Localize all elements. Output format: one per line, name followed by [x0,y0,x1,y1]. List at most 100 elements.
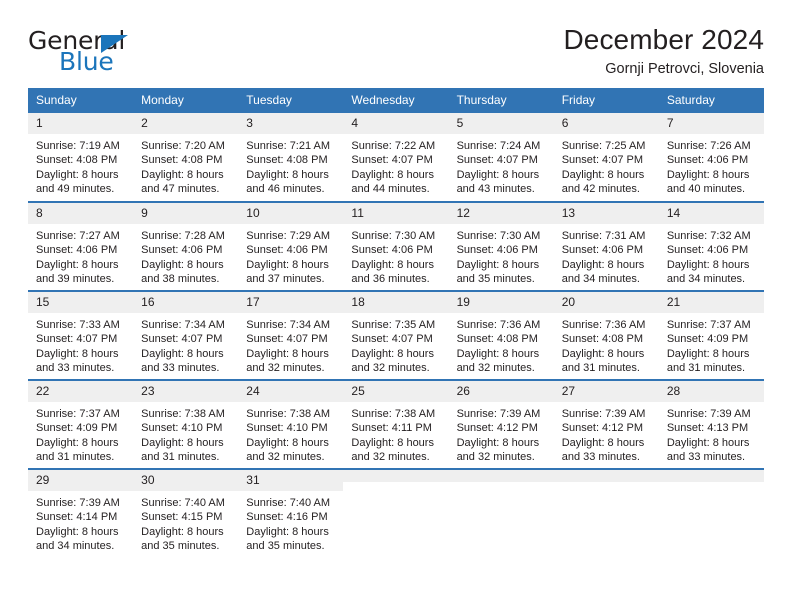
sunrise-text: Sunrise: 7:36 AM [456,319,541,332]
sunrise-text: Sunrise: 7:22 AM [351,140,436,153]
daylight-text-line2: and 49 minutes. [36,182,115,195]
day-number: 13 [553,203,659,225]
day-cell[interactable]: 16 Sunrise: 7:34 AM Sunset: 4:07 PM Dayl… [133,290,239,380]
sunrise-text: Sunrise: 7:33 AM [36,319,120,332]
day-cell[interactable]: 20 Sunrise: 7:36 AM Sunset: 4:08 PM Dayl… [553,290,659,380]
day-details: Sunrise: 7:20 AM Sunset: 4:08 PM Dayligh… [133,134,238,196]
day-cell[interactable]: 28 Sunrise: 7:39 AM Sunset: 4:13 PM Dayl… [658,379,764,469]
daylight-text-line2: and 35 minutes. [246,539,325,552]
logo-text-blue: Blue [59,47,114,76]
sunrise-text: Sunrise: 7:19 AM [36,140,120,153]
day-number: 28 [658,381,764,403]
sunrise-text: Sunrise: 7:30 AM [456,230,541,243]
daylight-text-line2: and 32 minutes. [456,450,535,463]
sunset-text: Sunset: 4:10 PM [246,422,328,435]
daylight-text-line1: Daylight: 8 hours [246,347,329,360]
day-number [658,470,764,482]
day-cell[interactable]: 31 Sunrise: 7:40 AM Sunset: 4:16 PM Dayl… [238,468,344,558]
day-cell[interactable]: 21 Sunrise: 7:37 AM Sunset: 4:09 PM Dayl… [658,290,764,380]
day-number: 10 [238,203,344,225]
sunrise-text: Sunrise: 7:32 AM [666,230,751,243]
day-details: Sunrise: 7:38 AM Sunset: 4:11 PM Dayligh… [343,402,448,464]
sunset-text: Sunset: 4:07 PM [141,333,223,346]
sunrise-text: Sunrise: 7:39 AM [36,497,120,510]
daylight-text-line1: Daylight: 8 hours [246,525,329,538]
day-details: Sunrise: 7:39 AM Sunset: 4:13 PM Dayligh… [659,402,764,464]
daylight-text-line2: and 37 minutes. [246,272,325,285]
day-details: Sunrise: 7:22 AM Sunset: 4:07 PM Dayligh… [343,134,448,196]
weekday-header-saturday: Saturday [658,88,764,113]
day-cell[interactable]: 3 Sunrise: 7:21 AM Sunset: 4:08 PM Dayli… [238,113,344,202]
daylight-text-line2: and 32 minutes. [246,361,325,374]
day-cell[interactable]: 29 Sunrise: 7:39 AM Sunset: 4:14 PM Dayl… [28,468,134,558]
day-number: 2 [133,113,239,135]
page-header: General Blue December 2024 Gornji Petrov… [28,0,764,78]
day-number: 7 [658,113,764,135]
day-cell[interactable]: 25 Sunrise: 7:38 AM Sunset: 4:11 PM Dayl… [343,379,449,469]
sunset-text: Sunset: 4:06 PM [456,244,538,257]
day-cell[interactable]: 8 Sunrise: 7:27 AM Sunset: 4:06 PM Dayli… [28,201,134,291]
day-cell[interactable]: 17 Sunrise: 7:34 AM Sunset: 4:07 PM Dayl… [238,290,344,380]
day-cell[interactable]: 13 Sunrise: 7:31 AM Sunset: 4:06 PM Dayl… [553,201,659,291]
day-number: 24 [238,381,344,403]
day-details: Sunrise: 7:39 AM Sunset: 4:14 PM Dayligh… [28,491,133,553]
sunrise-text: Sunrise: 7:37 AM [36,408,120,421]
sunrise-text: Sunrise: 7:39 AM [456,408,541,421]
day-cell[interactable]: 27 Sunrise: 7:39 AM Sunset: 4:12 PM Dayl… [553,379,659,469]
day-cell[interactable]: 2 Sunrise: 7:20 AM Sunset: 4:08 PM Dayli… [133,113,239,202]
daylight-text-line2: and 31 minutes. [36,450,115,463]
day-cell[interactable]: 11 Sunrise: 7:30 AM Sunset: 4:06 PM Dayl… [343,201,449,291]
daylight-text-line2: and 32 minutes. [456,361,535,374]
sunset-text: Sunset: 4:08 PM [141,154,223,167]
day-cell[interactable]: 1 Sunrise: 7:19 AM Sunset: 4:08 PM Dayli… [28,113,134,202]
daylight-text-line1: Daylight: 8 hours [456,168,540,181]
day-cell[interactable]: 9 Sunrise: 7:28 AM Sunset: 4:06 PM Dayli… [133,201,239,291]
day-cell[interactable]: 26 Sunrise: 7:39 AM Sunset: 4:12 PM Dayl… [448,379,554,469]
day-number: 26 [448,381,554,403]
day-details: Sunrise: 7:30 AM Sunset: 4:06 PM Dayligh… [343,224,448,286]
page-subtitle-location: Gornji Petrovci, Slovenia [605,61,764,78]
day-cell[interactable]: 19 Sunrise: 7:36 AM Sunset: 4:08 PM Dayl… [448,290,554,380]
day-details: Sunrise: 7:29 AM Sunset: 4:06 PM Dayligh… [238,224,343,286]
daylight-text-line2: and 33 minutes. [141,361,220,374]
day-cell[interactable]: 10 Sunrise: 7:29 AM Sunset: 4:06 PM Dayl… [238,201,344,291]
day-cell[interactable]: 5 Sunrise: 7:24 AM Sunset: 4:07 PM Dayli… [448,113,554,202]
daylight-text-line2: and 34 minutes. [561,272,640,285]
day-cell[interactable]: 23 Sunrise: 7:38 AM Sunset: 4:10 PM Dayl… [133,379,239,469]
day-number: 5 [448,113,554,135]
daylight-text-line1: Daylight: 8 hours [666,436,750,449]
day-details: Sunrise: 7:40 AM Sunset: 4:16 PM Dayligh… [238,491,343,553]
day-cell-empty [448,468,554,558]
sunset-text: Sunset: 4:07 PM [561,154,644,167]
day-number: 4 [343,113,449,135]
calendar-week-row: 15 Sunrise: 7:33 AM Sunset: 4:07 PM Dayl… [28,290,764,380]
day-cell[interactable]: 4 Sunrise: 7:22 AM Sunset: 4:07 PM Dayli… [343,113,449,202]
calendar-week-row: 29 Sunrise: 7:39 AM Sunset: 4:14 PM Dayl… [28,468,764,558]
daylight-text-line1: Daylight: 8 hours [36,168,119,181]
sunset-text: Sunset: 4:08 PM [456,333,538,346]
day-cell[interactable]: 7 Sunrise: 7:26 AM Sunset: 4:06 PM Dayli… [658,113,764,202]
calendar-table: Sunday Monday Tuesday Wednesday Thursday… [28,88,764,558]
day-cell[interactable]: 22 Sunrise: 7:37 AM Sunset: 4:09 PM Dayl… [28,379,134,469]
weekday-header-friday: Friday [553,88,659,113]
weekday-header-sunday: Sunday [28,88,134,113]
day-cell[interactable]: 6 Sunrise: 7:25 AM Sunset: 4:07 PM Dayli… [553,113,659,202]
sunrise-text: Sunrise: 7:25 AM [561,140,646,153]
daylight-text-line2: and 33 minutes. [666,450,746,463]
day-cell[interactable]: 14 Sunrise: 7:32 AM Sunset: 4:06 PM Dayl… [658,201,764,291]
day-cell[interactable]: 12 Sunrise: 7:30 AM Sunset: 4:06 PM Dayl… [448,201,554,291]
daylight-text-line2: and 46 minutes. [246,182,325,195]
day-details: Sunrise: 7:36 AM Sunset: 4:08 PM Dayligh… [449,313,554,375]
sunset-text: Sunset: 4:07 PM [246,333,328,346]
daylight-text-line1: Daylight: 8 hours [141,436,224,449]
day-cell[interactable]: 15 Sunrise: 7:33 AM Sunset: 4:07 PM Dayl… [28,290,134,380]
day-cell[interactable]: 18 Sunrise: 7:35 AM Sunset: 4:07 PM Dayl… [343,290,449,380]
day-cell[interactable]: 24 Sunrise: 7:38 AM Sunset: 4:10 PM Dayl… [238,379,344,469]
sunrise-text: Sunrise: 7:38 AM [141,408,225,421]
sunrise-text: Sunrise: 7:36 AM [561,319,646,332]
daylight-text-line1: Daylight: 8 hours [141,168,224,181]
sunrise-text: Sunrise: 7:27 AM [36,230,120,243]
sunrise-text: Sunrise: 7:21 AM [246,140,331,153]
day-cell[interactable]: 30 Sunrise: 7:40 AM Sunset: 4:15 PM Dayl… [133,468,239,558]
daylight-text-line1: Daylight: 8 hours [141,258,224,271]
